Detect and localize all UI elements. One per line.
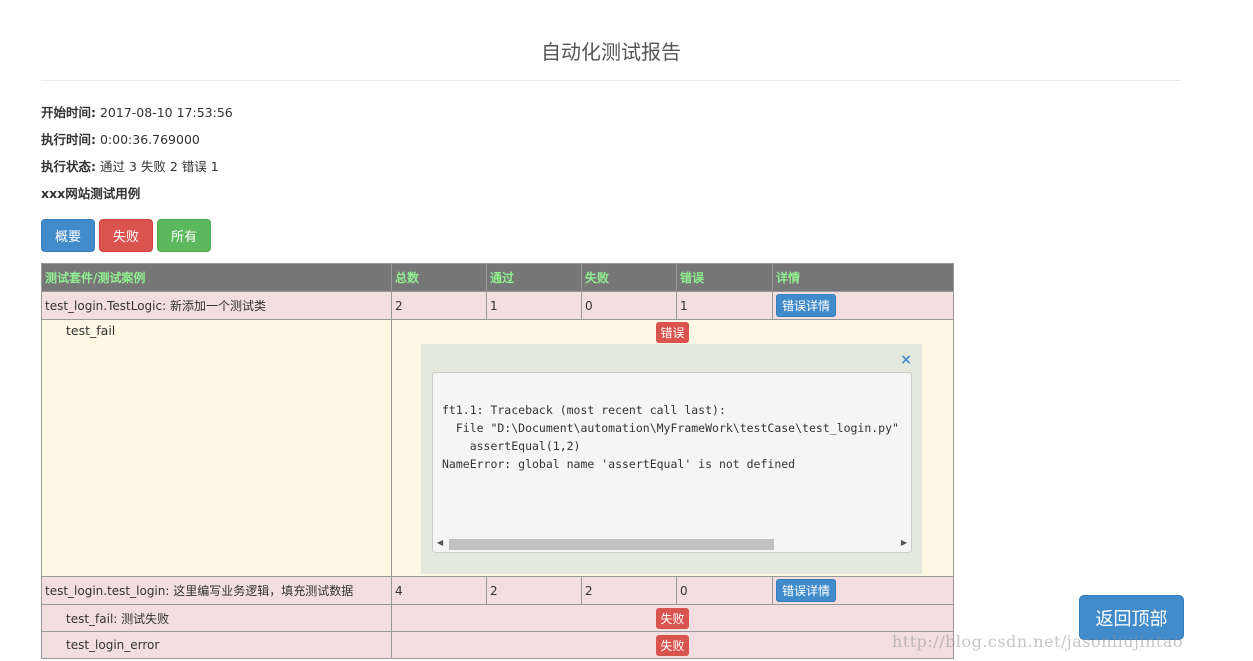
header-suite: 测试套件/测试案例 [41, 263, 392, 292]
close-icon[interactable]: × [900, 352, 912, 368]
table-row: test_fail: 测试失败 失败 [41, 604, 954, 632]
case-status-fail-badge[interactable]: 失败 [656, 607, 689, 629]
suite-name: test_login.test_login: 这里编写业务逻辑，填充测试数据 [41, 576, 392, 605]
suite-fail: 2 [581, 576, 677, 605]
failed-filter-button[interactable]: 失败 [99, 219, 153, 252]
error-detail-popup: × ft1.1: Traceback (most recent call las… [421, 344, 922, 574]
case-status-fail-badge[interactable]: 失败 [656, 634, 689, 656]
summary-filter-button[interactable]: 概要 [41, 219, 95, 252]
page-title: 自动化测试报告 [541, 40, 681, 64]
header-total: 总数 [391, 263, 487, 292]
traceback-box: ft1.1: Traceback (most recent call last)… [432, 372, 912, 553]
table-row: test_login.test_login: 这里编写业务逻辑，填充测试数据 4… [41, 576, 954, 605]
case-name: test_fail: 测试失败 [41, 604, 392, 632]
duration-label: 执行时间: [41, 132, 96, 147]
status: 执行状态: 通过 3 失败 2 错误 1 [41, 156, 219, 175]
suite-fail: 0 [581, 291, 677, 320]
report-description: xxx网站测试用例 [41, 186, 141, 201]
case-status-error-badge[interactable]: 错误 [656, 322, 689, 343]
table-row: test_login.TestLogic: 新添加一个测试类 2 1 0 1 错… [41, 291, 954, 320]
suite-error: 1 [676, 291, 773, 320]
scrollbar-thumb[interactable] [449, 539, 774, 550]
suite-name: test_login.TestLogic: 新添加一个测试类 [41, 291, 392, 320]
error-detail-button[interactable]: 错误详情 [776, 294, 837, 317]
case-name: test_fail [41, 319, 392, 577]
table-row: test_login_error 失败 [41, 631, 954, 659]
error-detail-button[interactable]: 错误详情 [776, 579, 837, 602]
all-filter-button[interactable]: 所有 [157, 219, 211, 252]
header-pass: 通过 [486, 263, 582, 292]
case-status-cell: 失败 [391, 604, 954, 632]
status-value: 通过 3 失败 2 错误 1 [99, 159, 219, 174]
suite-pass: 2 [486, 576, 582, 605]
case-status-cell: 失败 [391, 631, 954, 659]
scroll-left-icon[interactable]: ◀ [437, 538, 443, 547]
suite-total: 2 [391, 291, 487, 320]
status-label: 执行状态: [41, 159, 96, 174]
case-name: test_login_error [41, 631, 392, 659]
header-fail: 失败 [581, 263, 677, 292]
horizontal-scrollbar[interactable]: ◀ ▶ [435, 538, 909, 550]
table-header: 测试套件/测试案例 总数 通过 失败 错误 详情 [41, 263, 954, 292]
suite-error: 0 [676, 576, 773, 605]
start-time-value: 2017-08-10 17:53:56 [99, 105, 233, 120]
traceback-text: ft1.1: Traceback (most recent call last)… [442, 403, 899, 471]
scroll-right-icon[interactable]: ▶ [901, 538, 907, 547]
duration: 执行时间: 0:00:36.769000 [41, 129, 200, 148]
start-time-label: 开始时间: [41, 105, 96, 120]
watermark: http://blog.csdn.net/jasonliujintao [892, 632, 1183, 651]
suite-total: 4 [391, 576, 487, 605]
header-error: 错误 [676, 263, 773, 292]
suite-detail-cell: 错误详情 [772, 576, 954, 605]
title-divider [41, 80, 1181, 81]
header-detail: 详情 [772, 263, 954, 292]
duration-value: 0:00:36.769000 [99, 132, 200, 147]
suite-detail-cell: 错误详情 [772, 291, 954, 320]
suite-pass: 1 [486, 291, 582, 320]
start-time: 开始时间: 2017-08-10 17:53:56 [41, 102, 233, 121]
